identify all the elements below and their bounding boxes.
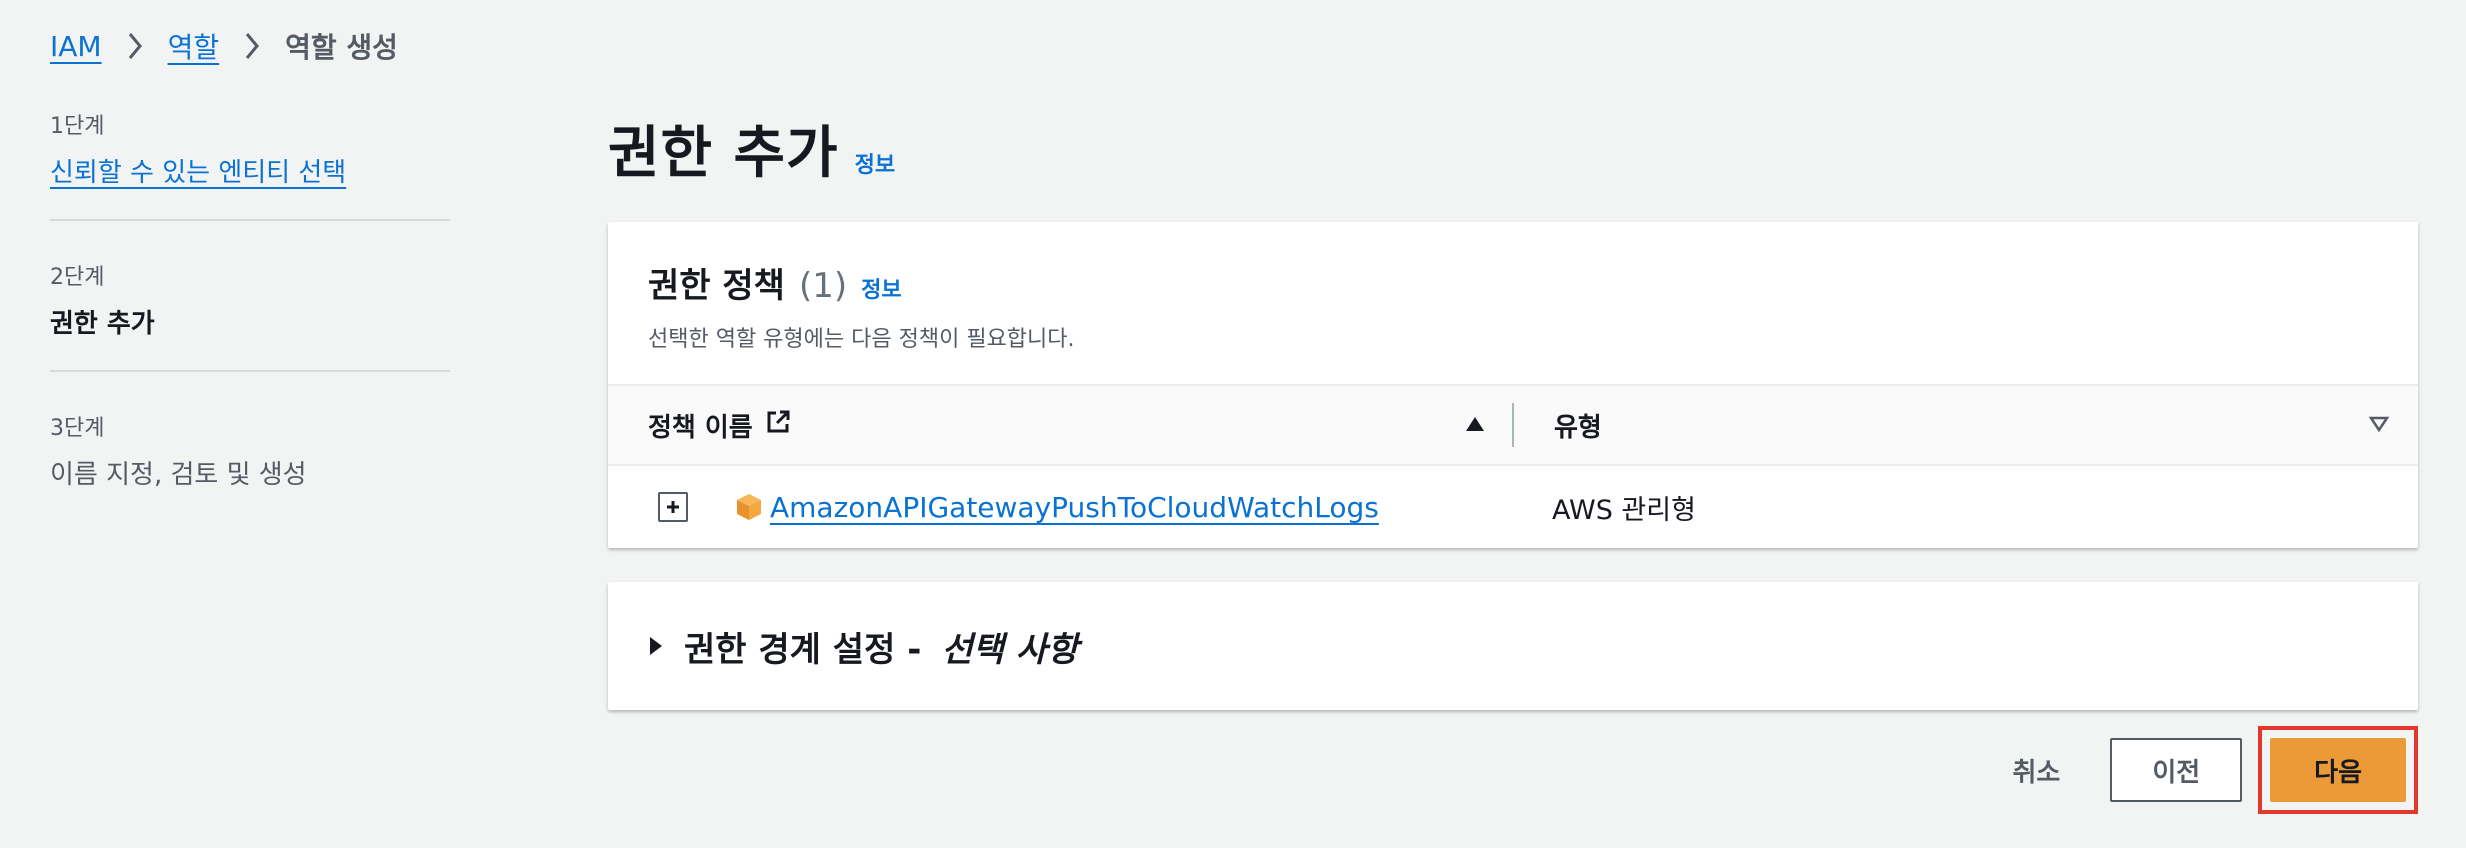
panel-title: 권한 정책: [648, 266, 785, 306]
table-header: 정책 이름 유형: [608, 386, 2418, 466]
wizard-step-2: 2단계 권한 추가: [50, 219, 450, 370]
chevron-right-icon: [124, 29, 146, 63]
previous-button[interactable]: 이전: [2110, 738, 2243, 802]
wizard-steps: 1단계 신뢰할 수 있는 엔티티 선택 2단계 권한 추가 3단계 이름 지정,…: [50, 108, 450, 521]
page: IAM 역할 역할 생성 1단계 신뢰할 수 있는 엔티티 선택 2단계 권한 …: [0, 0, 2466, 848]
sort-ascending-icon[interactable]: [1464, 410, 1486, 440]
sort-descending-icon[interactable]: [2368, 410, 2390, 440]
policy-type-cell: AWS 관리형: [1552, 494, 1696, 526]
wizard-step-1: 1단계 신뢰할 수 있는 엔티티 선택: [50, 108, 450, 219]
boundary-optional-label: 선택 사항: [941, 629, 1079, 670]
breadcrumb: IAM 역할 역할 생성: [50, 26, 398, 66]
panel-info-link[interactable]: 정보: [861, 272, 901, 304]
page-header: 권한 추가 정보: [608, 108, 895, 189]
caret-right-icon: [648, 626, 664, 666]
next-button[interactable]: 다음: [2270, 738, 2406, 802]
boundary-expander[interactable]: 권한 경계 설정 - 선택 사항: [648, 622, 1078, 671]
policies-table: 정책 이름 유형 AmazonAPIGatewayPushToCloudWatc…: [608, 384, 2418, 548]
permissions-boundary-panel[interactable]: 권한 경계 설정 - 선택 사항: [608, 582, 2418, 710]
breadcrumb-current: 역할 생성: [285, 31, 398, 64]
step-number: 3단계: [50, 416, 105, 441]
column-label: 정책 이름: [648, 412, 753, 443]
step-number: 1단계: [50, 114, 105, 139]
page-title: 권한 추가: [608, 121, 839, 186]
permission-policies-panel: 권한 정책 (1) 정보 선택한 역할 유형에는 다음 정책이 필요합니다. 정…: [608, 222, 2418, 548]
step-2-title: 권한 추가: [50, 309, 155, 339]
cancel-button[interactable]: 취소: [2012, 752, 2060, 789]
table-row: AmazonAPIGatewayPushToCloudWatchLogs AWS…: [608, 466, 2418, 548]
policy-name-cell: AmazonAPIGatewayPushToCloudWatchLogs: [608, 491, 1514, 524]
chevron-right-icon: [241, 29, 263, 63]
wizard-actions: 취소 이전 다음: [2012, 726, 2418, 814]
policy-count: (1): [798, 266, 848, 306]
highlight-box: 다음: [2258, 726, 2418, 814]
policy-link[interactable]: AmazonAPIGatewayPushToCloudWatchLogs: [770, 491, 1379, 524]
aws-managed-package-icon: [734, 492, 764, 522]
step-3-title: 이름 지정, 검토 및 생성: [50, 460, 307, 490]
breadcrumb-roles-link[interactable]: 역할: [168, 26, 220, 66]
panel-header: 권한 정책 (1) 정보 선택한 역할 유형에는 다음 정책이 필요합니다.: [608, 222, 2418, 384]
step-1-link[interactable]: 신뢰할 수 있는 엔티티 선택: [50, 158, 346, 188]
step-number: 2단계: [50, 265, 105, 290]
boundary-title: 권한 경계 설정 -: [684, 629, 922, 670]
expand-plus-icon[interactable]: [658, 492, 688, 522]
column-header-type[interactable]: 유형: [1514, 386, 2418, 464]
column-label: 유형: [1554, 412, 1602, 443]
external-link-icon: [765, 409, 791, 442]
wizard-step-3: 3단계 이름 지정, 검토 및 생성: [50, 370, 450, 521]
column-header-policy-name[interactable]: 정책 이름: [608, 386, 1512, 464]
breadcrumb-iam-link[interactable]: IAM: [50, 30, 102, 63]
panel-description: 선택한 역할 유형에는 다음 정책이 필요합니다.: [648, 327, 1075, 352]
page-info-link[interactable]: 정보: [855, 147, 895, 179]
